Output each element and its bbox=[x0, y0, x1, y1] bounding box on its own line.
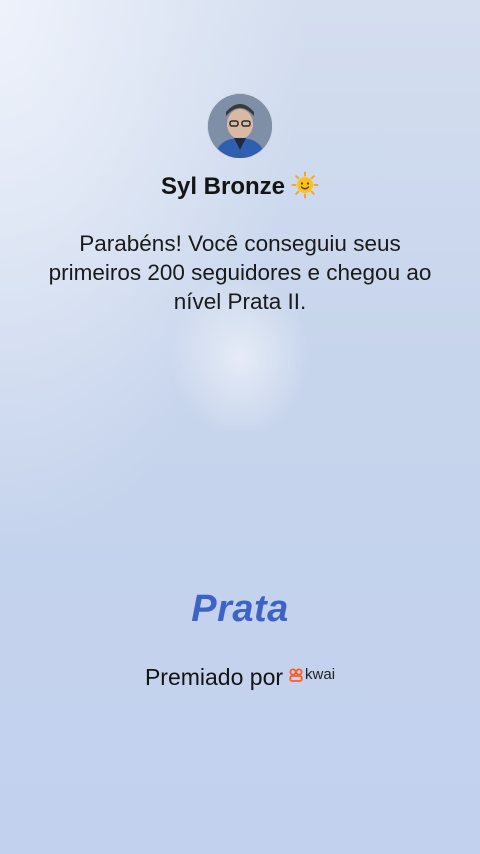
kwai-logo: kwai bbox=[289, 659, 335, 691]
level-title: Prata bbox=[191, 588, 289, 630]
congratulations-message: Parabéns! Você conseguiu seus primeiros … bbox=[48, 231, 432, 314]
sun-face-icon bbox=[291, 171, 319, 209]
awarded-by-row: Premiado por kwai bbox=[0, 659, 480, 693]
avatar[interactable] bbox=[207, 93, 273, 159]
user-name: Syl Bronze bbox=[160, 173, 286, 200]
kwai-brand-text: kwai bbox=[305, 666, 336, 683]
avatar-photo bbox=[208, 94, 272, 158]
awarded-by-label: Premiado por bbox=[144, 664, 284, 690]
kwai-logo-icon bbox=[289, 668, 303, 682]
user-name-row: Syl Bronze bbox=[0, 170, 480, 209]
